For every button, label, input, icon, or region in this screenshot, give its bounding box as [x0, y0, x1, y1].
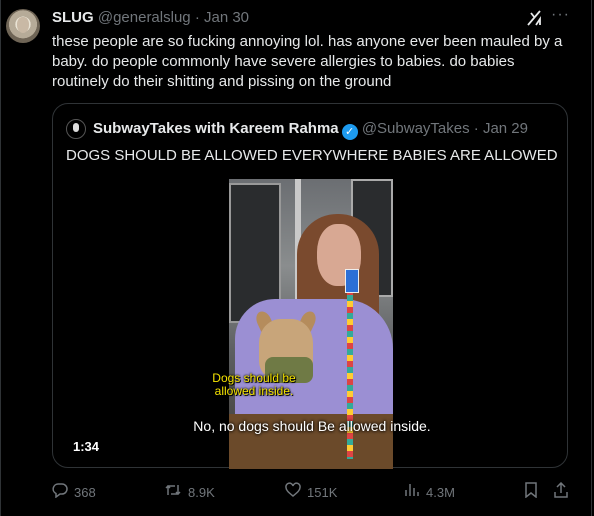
retweet-button[interactable]: 8.9K — [164, 482, 215, 502]
bookmark-icon — [524, 482, 538, 504]
left-divider — [0, 0, 1, 516]
grok-icon[interactable] — [525, 9, 543, 27]
quote-timestamp[interactable]: Jan 29 — [483, 120, 528, 137]
video-caption-yellow: Dogs should be allowed inside. — [212, 371, 296, 398]
quote-avatar[interactable] — [66, 119, 86, 139]
quote-display-name[interactable]: SubwayTakes with Kareem Rahma — [93, 120, 339, 137]
reply-button[interactable]: 368 — [52, 482, 96, 502]
handle[interactable]: @generalslug — [98, 9, 191, 26]
quote-tweet-card[interactable]: SubwayTakes with Kareem Rahma ✓ @SubwayTa… — [52, 103, 568, 469]
video-duration: 1:34 — [73, 439, 100, 454]
reply-icon — [52, 482, 68, 504]
quote-handle[interactable]: @SubwayTakes — [362, 120, 470, 137]
reply-count: 368 — [74, 485, 96, 500]
video-caption-white: No, no dogs should Be allowed inside. — [193, 418, 431, 434]
separator: · — [194, 9, 200, 26]
tweet-text: these people are so fucking annoying lol… — [52, 33, 563, 90]
verified-badge-icon: ✓ — [341, 124, 358, 140]
views-button[interactable]: 4.3M — [404, 482, 455, 502]
quote-header: SubwayTakes with Kareem Rahma ✓ @SubwayTa… — [93, 120, 528, 140]
like-button[interactable]: 151K — [285, 482, 337, 502]
video-can — [345, 269, 359, 293]
timestamp[interactable]: Jan 30 — [204, 9, 249, 26]
avatar[interactable] — [6, 9, 40, 43]
quote-text: DOGS SHOULD BE ALLOWED EVERYWHERE BABIES… — [66, 147, 558, 164]
share-icon — [553, 481, 569, 504]
display-name[interactable]: SLUG — [52, 9, 94, 26]
retweet-count: 8.9K — [188, 485, 215, 500]
more-icon[interactable]: ··· — [551, 6, 573, 26]
avatar-face — [17, 17, 29, 33]
tweet-header: SLUG @generalslug · Jan 30 — [52, 9, 249, 27]
share-button[interactable] — [553, 481, 575, 504]
like-count: 151K — [307, 485, 338, 500]
views-count: 4.3M — [426, 485, 455, 500]
views-icon — [404, 482, 420, 504]
bookmark-button[interactable] — [524, 482, 544, 502]
right-divider — [591, 0, 592, 516]
retweet-icon — [164, 482, 182, 504]
heart-icon — [285, 482, 301, 504]
action-bar: 368 8.9K 151K 4.3M — [0, 481, 594, 504]
quote-separator: · — [473, 120, 479, 137]
